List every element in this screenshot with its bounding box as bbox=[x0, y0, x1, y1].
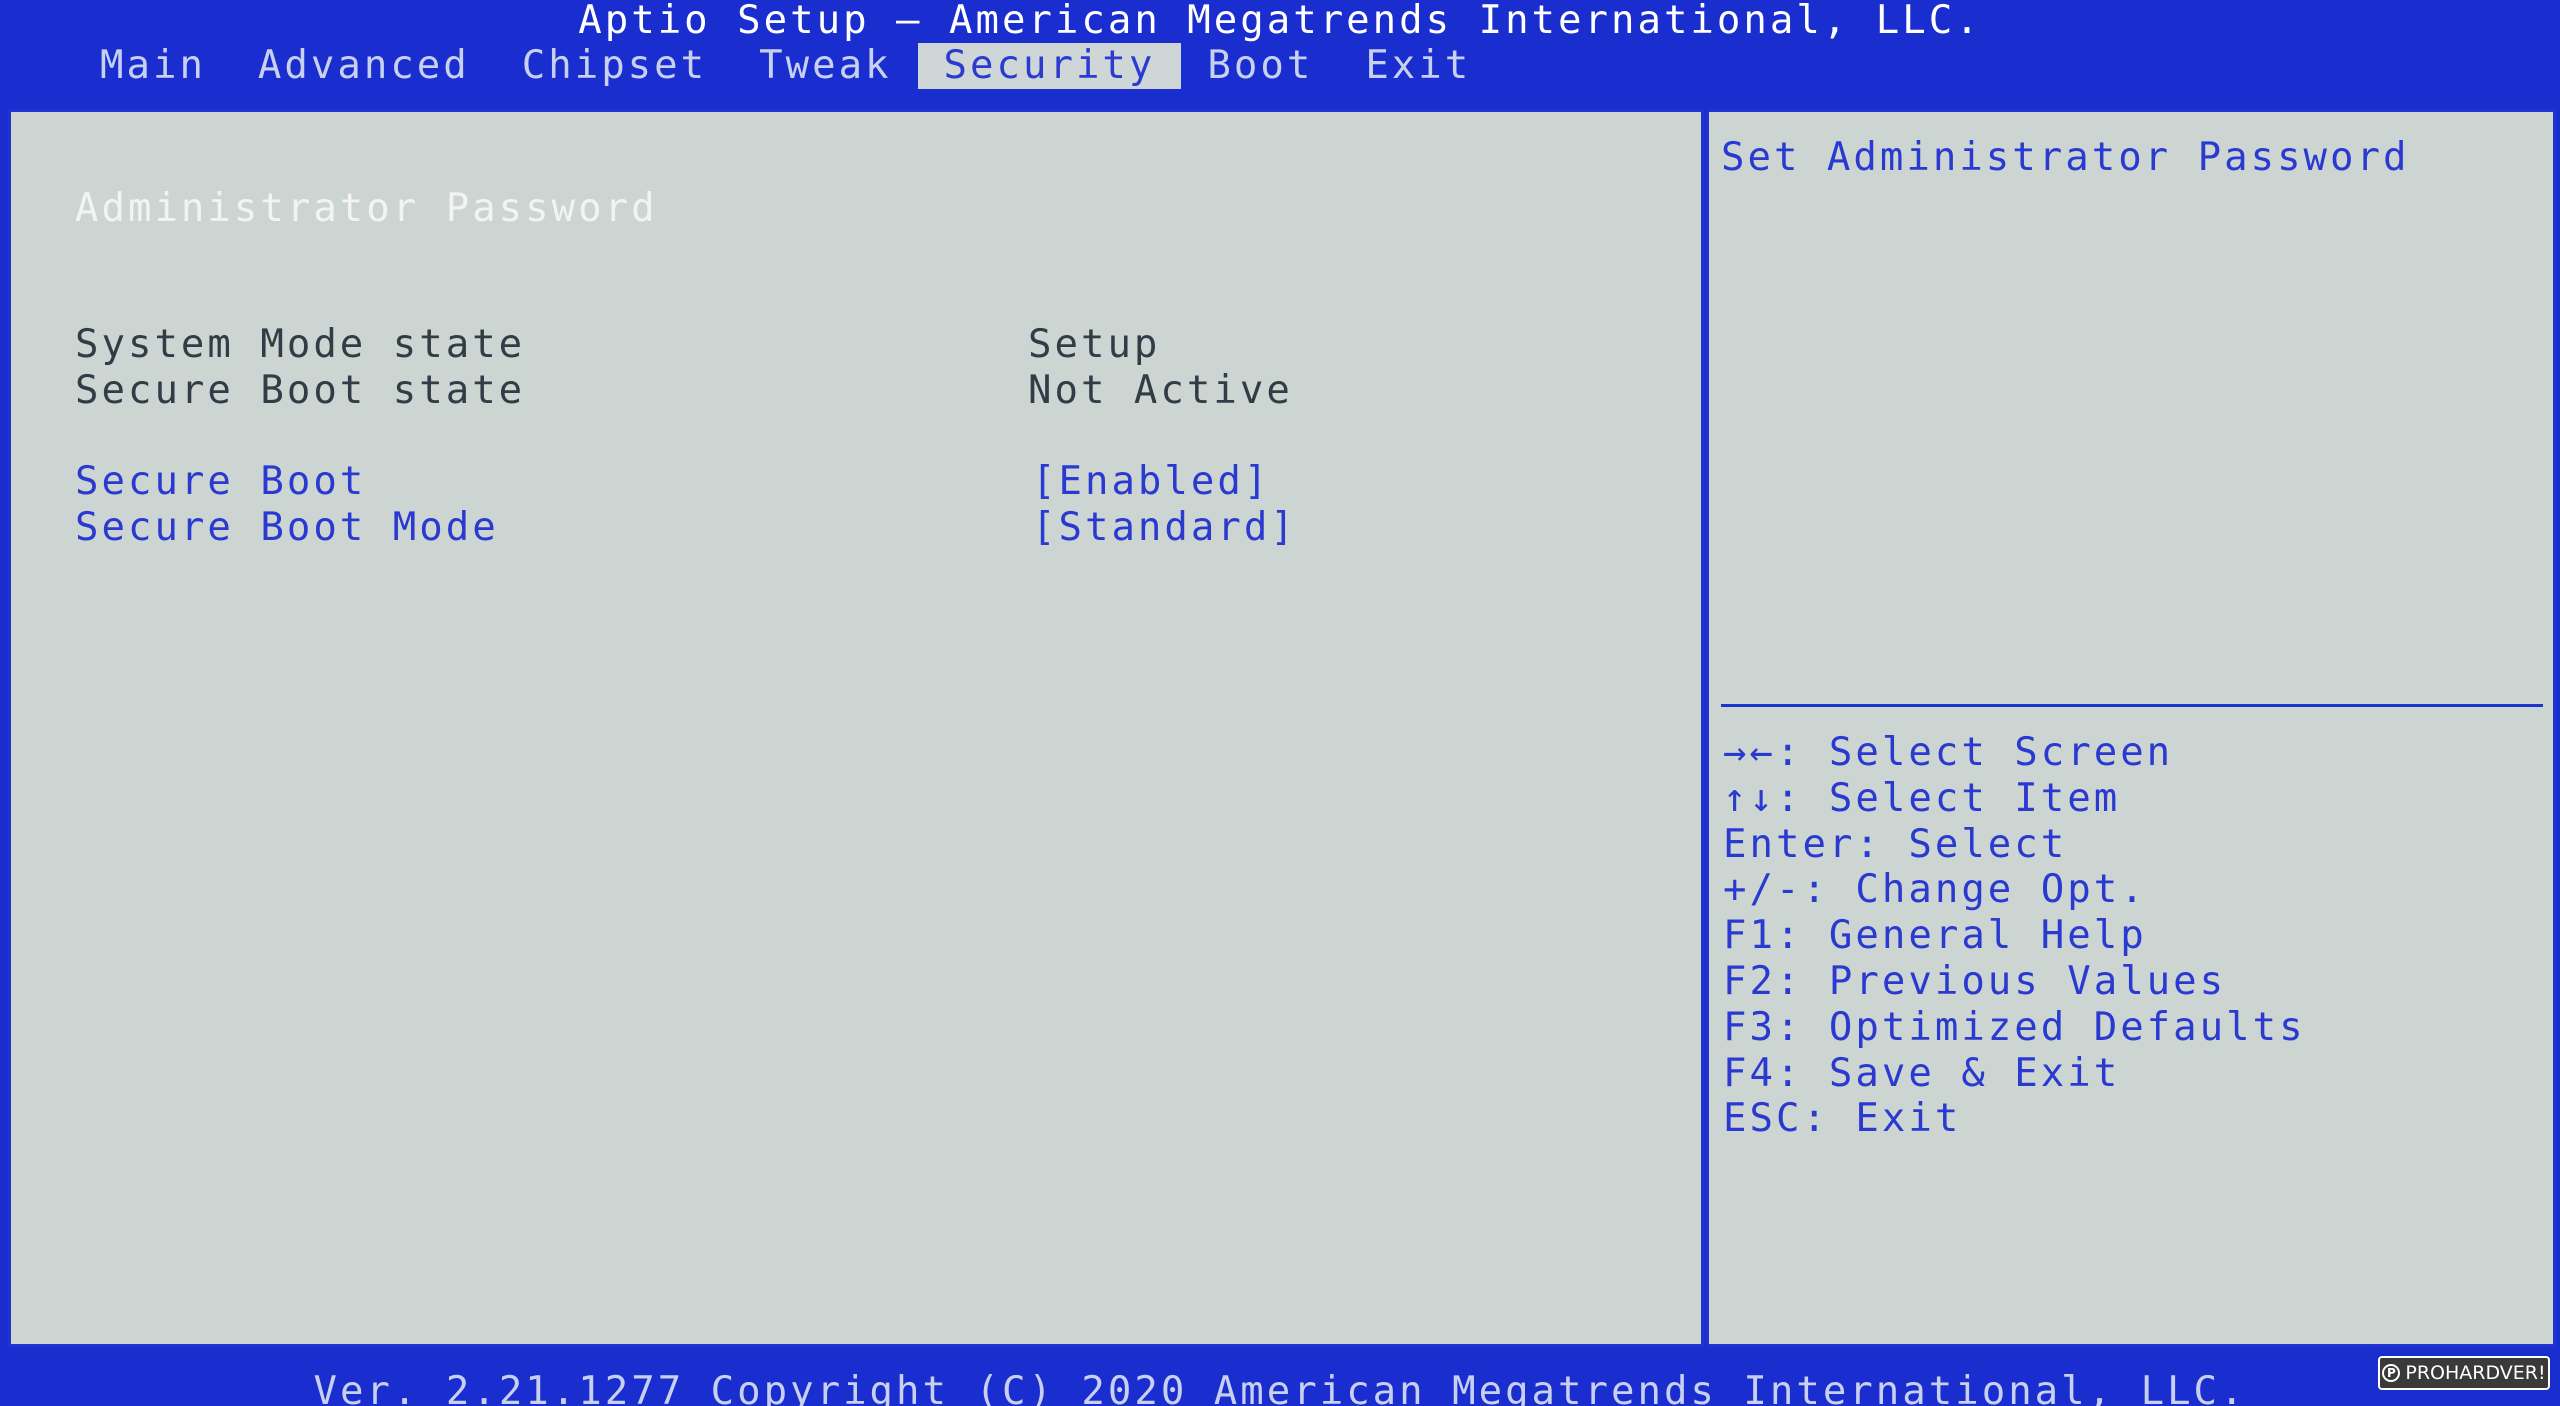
system-mode-state-label: System Mode state bbox=[75, 322, 526, 367]
tab-chipset[interactable]: Chipset bbox=[496, 43, 733, 89]
secure-boot-state-label: Secure Boot state bbox=[75, 368, 526, 413]
tab-tweak[interactable]: Tweak bbox=[733, 43, 917, 89]
help-panel: Set Administrator Password →←: Select Sc… bbox=[1706, 109, 2556, 1347]
key-enter-select: Enter: Select bbox=[1723, 821, 2068, 867]
window-title: Aptio Setup – American Megatrends Intern… bbox=[578, 0, 1982, 43]
tab-advanced[interactable]: Advanced bbox=[232, 43, 496, 89]
watermark-logo-icon: P bbox=[2382, 1364, 2401, 1382]
tab-exit[interactable]: Exit bbox=[1339, 43, 1497, 89]
secure-boot-mode-value[interactable]: [Standard] bbox=[1032, 505, 1297, 551]
key-select-screen: →←: Select Screen bbox=[1723, 730, 2174, 775]
key-f4-save-exit: F4: Save & Exit bbox=[1723, 1050, 2121, 1096]
menu-tabs: Main Advanced Chipset Tweak Security Boo… bbox=[74, 43, 1497, 89]
key-f3-defaults: F3: Optimized Defaults bbox=[1723, 1004, 2306, 1050]
tab-main[interactable]: Main bbox=[74, 43, 232, 89]
help-divider bbox=[1721, 704, 2543, 707]
help-description: Set Administrator Password bbox=[1721, 135, 2410, 180]
secure-boot-state-value: Not Active bbox=[1028, 368, 1293, 413]
secure-boot-value[interactable]: [Enabled] bbox=[1032, 459, 1270, 505]
settings-panel: Administrator Password System Mode state… bbox=[8, 109, 1704, 1347]
watermark-text: PROHARDVER! bbox=[2405, 1362, 2546, 1384]
secure-boot-label[interactable]: Secure Boot bbox=[75, 459, 366, 505]
secure-boot-mode-label[interactable]: Secure Boot Mode bbox=[75, 505, 499, 551]
watermark-badge: P PROHARDVER! bbox=[2378, 1356, 2550, 1390]
key-f2-previous: F2: Previous Values bbox=[1723, 958, 2227, 1004]
key-f1-help: F1: General Help bbox=[1723, 913, 2147, 959]
key-esc-exit: ESC: Exit bbox=[1723, 1096, 1962, 1142]
key-legend: →←: Select Screen ↑↓: Select Item Enter:… bbox=[1723, 730, 2306, 1142]
system-mode-state-value: Setup bbox=[1028, 322, 1161, 367]
key-select-item: ↑↓: Select Item bbox=[1723, 775, 2121, 821]
tab-boot[interactable]: Boot bbox=[1181, 43, 1339, 89]
version-footer: Ver. 2.21.1277 Copyright (C) 2020 Americ… bbox=[313, 1369, 2247, 1406]
administrator-password-item[interactable]: Administrator Password bbox=[75, 186, 658, 232]
tab-security[interactable]: Security bbox=[917, 43, 1182, 89]
key-change-opt: +/-: Change Opt. bbox=[1723, 867, 2147, 913]
